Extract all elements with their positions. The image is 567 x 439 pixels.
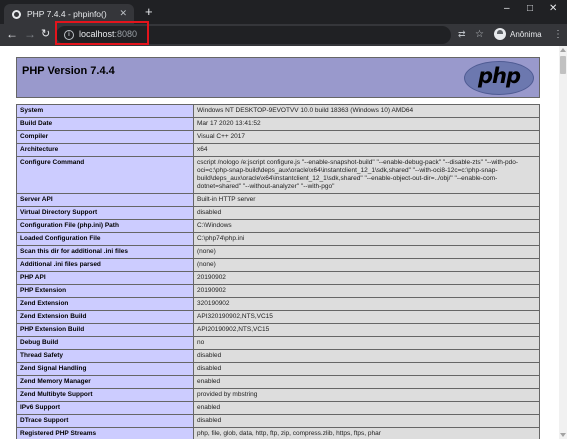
menu-kebab-icon[interactable]: ⋮ [553,29,563,40]
row-key: Zend Signal Handling [16,362,194,376]
table-row: Thread Safety disabled [16,349,540,363]
page-viewport: PHP Version 7.4.4 php System Windows NT D… [0,46,559,439]
table-row: Registered PHP Streams php, file, glob, d… [16,427,540,439]
row-key: Server API [16,193,194,207]
tab-title: PHP 7.4.4 - phpinfo() [27,9,107,19]
row-value: provided by mbstring [193,388,540,402]
table-row: PHP Extension Build API20190902,NTS,VC15 [16,323,540,337]
table-row: PHP Extension 20190902 [16,284,540,298]
php-logo-text: php [477,64,521,88]
row-key: Loaded Configuration File [16,232,194,246]
row-key: Registered PHP Streams [16,427,194,439]
table-row: Debug Build no [16,336,540,350]
row-value: API20190902,NTS,VC15 [193,323,540,337]
row-key: PHP Extension [16,284,194,298]
php-header: PHP Version 7.4.4 php [16,57,540,98]
row-key: Configuration File (php.ini) Path [16,219,194,233]
row-value: C:\php74\php.ini [193,232,540,246]
row-value: enabled [193,401,540,415]
translate-icon[interactable]: ⇄ [458,29,466,40]
table-row: Virtual Directory Support disabled [16,206,540,220]
table-row: Zend Memory Manager enabled [16,375,540,389]
table-row: Compiler Visual C++ 2017 [16,130,540,144]
row-value: disabled [193,206,540,220]
reload-icon[interactable]: ↻ [41,27,50,41]
close-window-icon[interactable]: ✕ [549,3,557,14]
table-row: IPv6 Support enabled [16,401,540,415]
row-value: cscript /nologo /e:jscript configure.js … [193,156,540,194]
row-key: PHP API [16,271,194,285]
profile-button[interactable]: Anônima [494,28,542,40]
row-value: 20190902 [193,284,540,298]
table-row: PHP API 20190902 [16,271,540,285]
table-row: Zend Signal Handling disabled [16,362,540,376]
profile-avatar-icon [494,28,506,40]
table-row: Zend Multibyte Support provided by mbstri… [16,388,540,402]
row-value: x64 [193,143,540,157]
row-key: Virtual Directory Support [16,206,194,220]
row-key: Zend Extension [16,297,194,311]
table-row: Additional .ini files parsed (none) [16,258,540,272]
page-title: PHP Version 7.4.4 [22,65,115,77]
address-highlight-box [55,21,149,45]
row-value: C:\Windows [193,219,540,233]
table-row: Scan this dir for additional .ini files(… [16,245,540,259]
table-row: Zend Extension Build API320190902,NTS,VC1… [16,310,540,324]
table-row: Build Date Mar 17 2020 13:41:52 [16,117,540,131]
table-row: Configure Command cscript /nologo /e:jscr… [16,156,540,194]
row-key: Thread Safety [16,349,194,363]
row-value: Windows NT DESKTOP-9EVOTVV 10.0 build 18… [193,104,540,118]
back-arrow-icon[interactable]: ← [6,27,18,41]
row-value: disabled [193,349,540,363]
phpinfo-table: System Windows NT DESKTOP-9EVOTVV 10.0 bu… [16,104,540,439]
row-value: Visual C++ 2017 [193,130,540,144]
scroll-up-arrow-icon[interactable] [560,48,566,52]
profile-name: Anônima [510,29,542,39]
row-key: Architecture [16,143,194,157]
table-row: System Windows NT DESKTOP-9EVOTVV 10.0 bu… [16,104,540,118]
page-scrollbar[interactable] [559,46,567,439]
row-value: disabled [193,362,540,376]
row-key: Configure Command [16,156,194,194]
new-tab-button[interactable]: + [145,5,153,18]
globe-favicon-icon [12,9,21,19]
maximize-icon[interactable]: □ [527,3,533,14]
table-row: Loaded Configuration File C:\php74\php.in… [16,232,540,246]
scroll-thumb[interactable] [560,56,566,74]
row-value: Built-in HTTP server [193,193,540,207]
row-key: Scan this dir for additional .ini files [16,245,194,259]
table-row: Zend Extension 320190902 [16,297,540,311]
row-value: enabled [193,375,540,389]
row-key: IPv6 Support [16,401,194,415]
row-key: DTrace Support [16,414,194,428]
row-key: Compiler [16,130,194,144]
php-logo: php [464,61,534,95]
row-value: php, file, glob, data, http, ftp, zip, c… [193,427,540,439]
minimize-icon[interactable]: – [504,3,510,14]
star-icon[interactable]: ☆ [475,29,484,40]
row-value: disabled [193,414,540,428]
row-value: (none) [193,258,540,272]
row-value: Mar 17 2020 13:41:52 [193,117,540,131]
row-key: System [16,104,194,118]
row-value: 20190902 [193,271,540,285]
row-value: no [193,336,540,350]
row-key: Additional .ini files parsed [16,258,194,272]
table-row: Architecture x64 [16,143,540,157]
row-value: 320190902 [193,297,540,311]
table-row: DTrace Support disabled [16,414,540,428]
close-tab-icon[interactable]: ✕ [119,8,127,19]
row-key: PHP Extension Build [16,323,194,337]
table-row: Server API Built-in HTTP server [16,193,540,207]
row-key: Zend Extension Build [16,310,194,324]
row-key: Build Date [16,117,194,131]
row-key: Zend Memory Manager [16,375,194,389]
scroll-down-arrow-icon[interactable] [560,433,566,437]
row-key: Zend Multibyte Support [16,388,194,402]
row-value: API320190902,NTS,VC15 [193,310,540,324]
row-key: Debug Build [16,336,194,350]
row-value: (none) [193,245,540,259]
forward-arrow-icon[interactable]: → [24,27,36,41]
table-row: Configuration File (php.ini) Path C:\Wind… [16,219,540,233]
